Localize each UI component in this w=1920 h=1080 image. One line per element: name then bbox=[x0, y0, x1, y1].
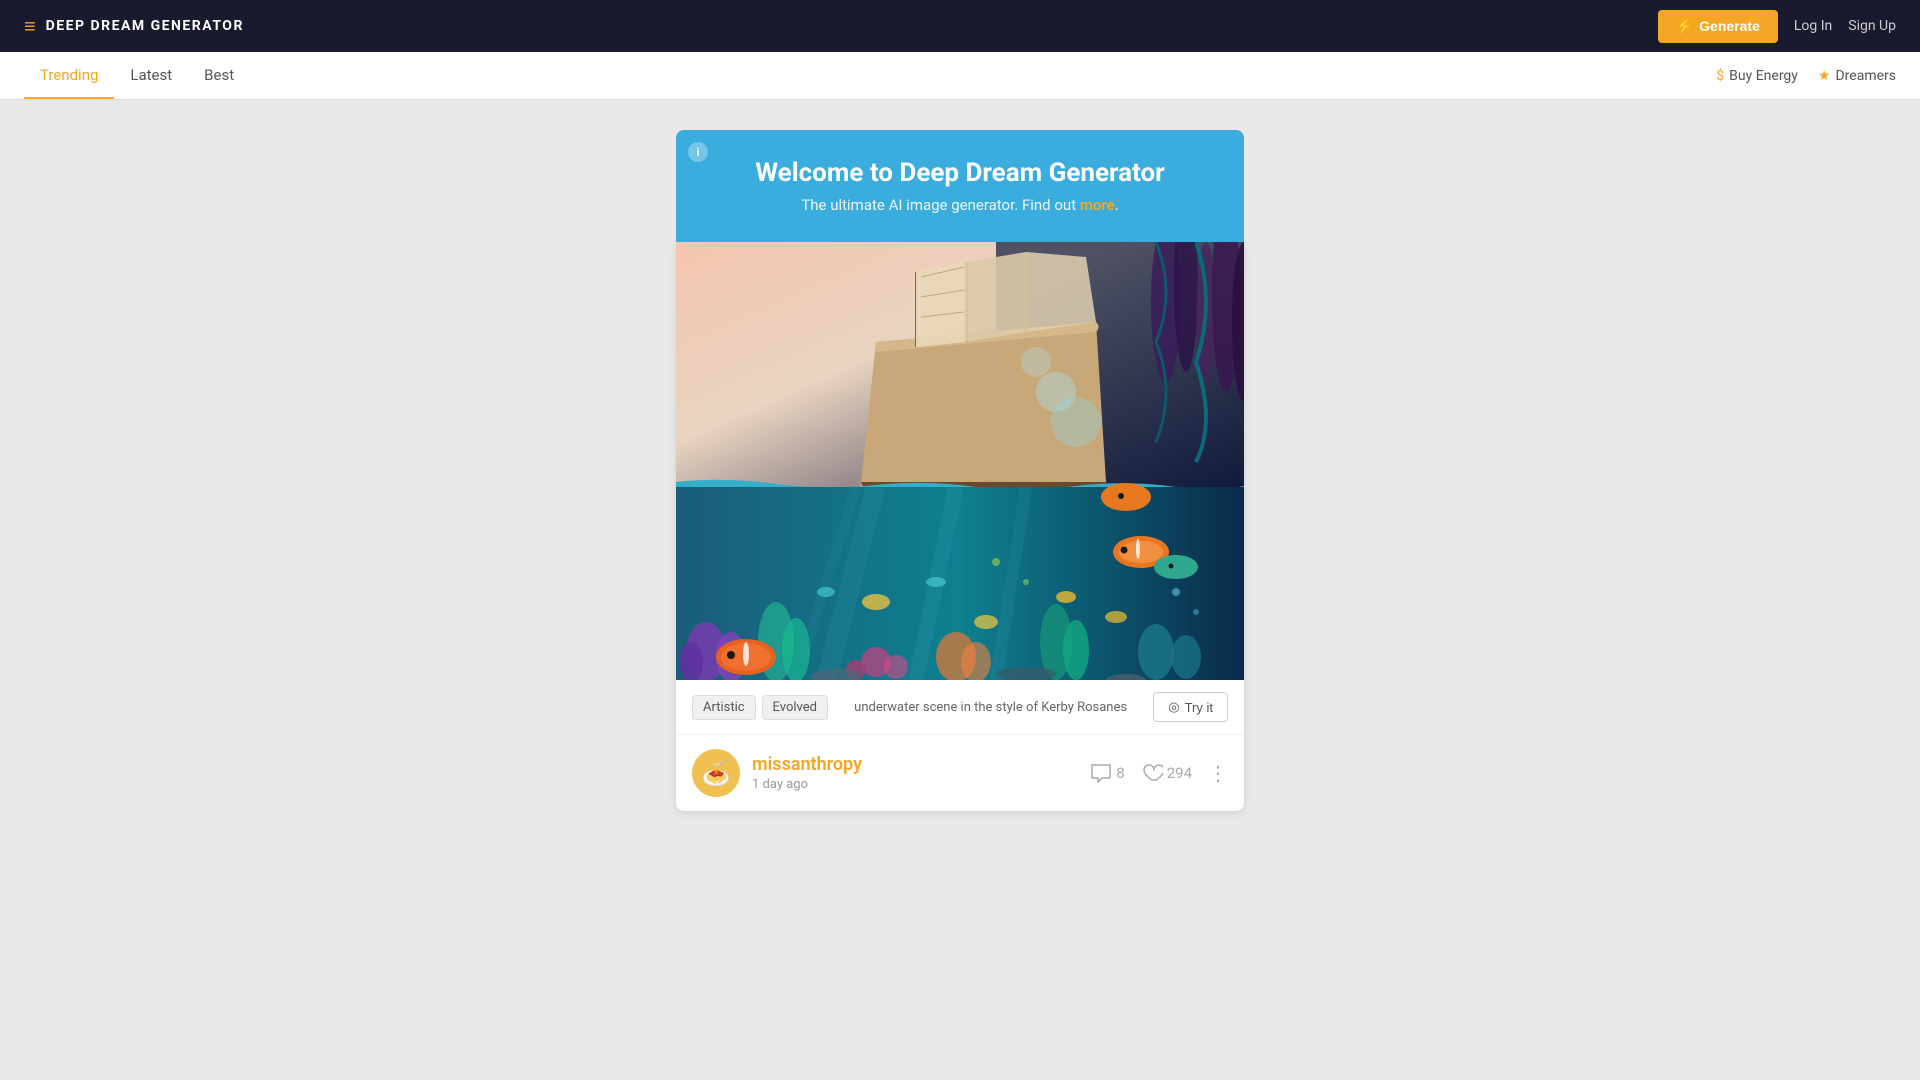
info-icon: i bbox=[688, 142, 708, 162]
comment-icon bbox=[1090, 763, 1112, 783]
header: ≡ DEEP DREAM GENERATOR ⚡ Generate Log In… bbox=[0, 0, 1920, 52]
try-it-label: Try it bbox=[1185, 700, 1213, 715]
try-it-icon: ◎ bbox=[1168, 699, 1179, 715]
welcome-banner: i Welcome to Deep Dream Generator The ul… bbox=[676, 130, 1244, 242]
timestamp: 1 day ago bbox=[752, 777, 1090, 792]
generate-button[interactable]: ⚡ Generate bbox=[1658, 10, 1778, 43]
header-left: ≡ DEEP DREAM GENERATOR bbox=[24, 14, 244, 39]
image-card: Artistic Evolved underwater scene in the… bbox=[676, 242, 1244, 811]
main-nav: Trending Latest Best $ Buy Energy ★ Drea… bbox=[0, 52, 1920, 100]
dreamers-label: Dreamers bbox=[1835, 68, 1896, 84]
tag-artistic[interactable]: Artistic bbox=[692, 695, 756, 720]
like-button[interactable]: 294 bbox=[1141, 763, 1192, 783]
logo-icon: ≡ bbox=[24, 14, 36, 39]
user-section: 🍝 missanthropy 1 day ago 8 bbox=[676, 735, 1244, 811]
more-options-button[interactable]: ⋮ bbox=[1208, 761, 1228, 786]
user-actions: 8 294 ⋮ bbox=[1090, 761, 1228, 786]
subtitle-end: . bbox=[1115, 196, 1119, 214]
welcome-title: Welcome to Deep Dream Generator bbox=[716, 158, 1204, 188]
avatar[interactable]: 🍝 bbox=[692, 749, 740, 797]
bolt-icon: ⚡ bbox=[1676, 18, 1693, 35]
buy-energy-label: Buy Energy bbox=[1729, 68, 1798, 84]
login-link[interactable]: Log In bbox=[1794, 18, 1832, 34]
tab-trending[interactable]: Trending bbox=[24, 52, 114, 99]
welcome-subtitle: The ultimate AI image generator. Find ou… bbox=[716, 196, 1204, 214]
header-right: ⚡ Generate Log In Sign Up bbox=[1658, 10, 1896, 43]
nav-right: $ Buy Energy ★ Dreamers bbox=[1716, 68, 1896, 84]
energy-icon: $ bbox=[1716, 68, 1724, 84]
tag-evolved[interactable]: Evolved bbox=[762, 695, 828, 720]
tag-list: Artistic Evolved bbox=[692, 695, 828, 720]
signup-link[interactable]: Sign Up bbox=[1848, 18, 1896, 34]
heart-icon bbox=[1141, 763, 1163, 783]
buy-energy-link[interactable]: $ Buy Energy bbox=[1716, 68, 1798, 84]
comment-count: 8 bbox=[1116, 764, 1124, 782]
artwork-image[interactable] bbox=[676, 242, 1244, 680]
username[interactable]: missanthropy bbox=[752, 754, 1090, 775]
main-content: i Welcome to Deep Dream Generator The ul… bbox=[0, 100, 1920, 841]
tab-best[interactable]: Best bbox=[188, 52, 250, 99]
dreamers-star-icon: ★ bbox=[1818, 68, 1831, 84]
image-description: underwater scene in the style of Kerby R… bbox=[828, 700, 1153, 715]
dreamers-link[interactable]: ★ Dreamers bbox=[1818, 68, 1896, 84]
more-link[interactable]: more bbox=[1080, 196, 1115, 214]
tab-latest[interactable]: Latest bbox=[114, 52, 188, 99]
like-count: 294 bbox=[1167, 764, 1192, 782]
generate-label: Generate bbox=[1699, 18, 1760, 34]
app-title: DEEP DREAM GENERATOR bbox=[46, 18, 244, 34]
comment-button[interactable]: 8 bbox=[1090, 763, 1124, 783]
try-it-button[interactable]: ◎ Try it bbox=[1153, 692, 1228, 722]
image-footer: Artistic Evolved underwater scene in the… bbox=[676, 680, 1244, 735]
subtitle-text: The ultimate AI image generator. Find ou… bbox=[801, 196, 1080, 214]
content-column: i Welcome to Deep Dream Generator The ul… bbox=[676, 130, 1244, 811]
nav-tabs: Trending Latest Best bbox=[24, 52, 250, 99]
user-info: missanthropy 1 day ago bbox=[752, 754, 1090, 792]
